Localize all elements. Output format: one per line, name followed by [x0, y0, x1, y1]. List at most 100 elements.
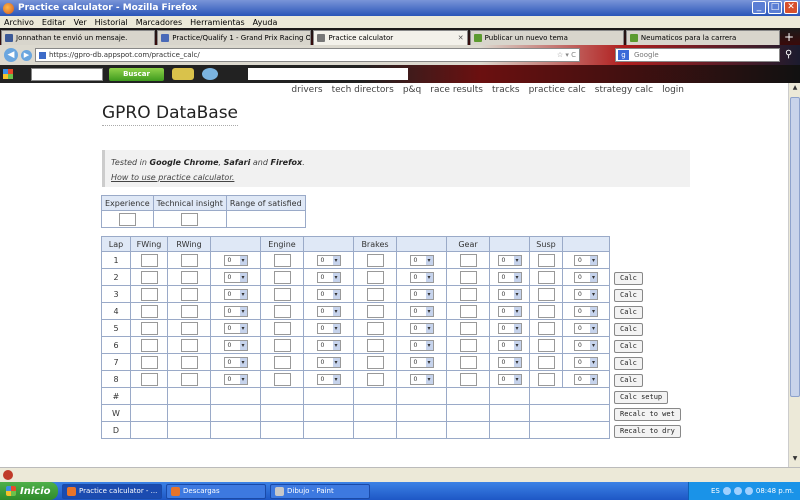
back-icon[interactable]: ◀	[4, 48, 18, 62]
search-icon[interactable]: ⚲	[785, 49, 792, 60]
scroll-thumb[interactable]	[790, 97, 800, 397]
lap-rwing-input[interactable]	[180, 321, 198, 335]
menu-ver[interactable]: Ver	[74, 18, 87, 27]
lap-comment-select[interactable]: 0	[574, 322, 598, 334]
lap-comment-select[interactable]: 0	[223, 305, 248, 317]
lap-rwing-input[interactable]	[180, 304, 198, 318]
new-tab-button[interactable]: +	[782, 31, 796, 45]
lap-fwing-input[interactable]	[140, 287, 158, 301]
lap-engine-input[interactable]	[273, 372, 291, 386]
lap-comment-select[interactable]: 0	[574, 254, 598, 266]
lap-susp-input[interactable]	[537, 372, 555, 386]
lap-comment-select[interactable]: 0	[316, 254, 341, 266]
recalc-dry-button[interactable]: Recalc to dry	[614, 425, 681, 438]
maximize-button[interactable]: □	[768, 1, 782, 14]
minimize-button[interactable]: _	[752, 1, 766, 14]
lap-engine-input[interactable]	[273, 287, 291, 301]
lap-brakes-input[interactable]	[366, 321, 384, 335]
search-box[interactable]: g Google	[615, 48, 780, 62]
menu-archivo[interactable]: Archivo	[4, 18, 34, 27]
menu-herramientas[interactable]: Herramientas	[190, 18, 245, 27]
lap-comment-select[interactable]: 0	[409, 305, 434, 317]
toolbar-search-input[interactable]	[31, 67, 103, 81]
calc-button[interactable]: Calc	[614, 289, 643, 302]
menu-historial[interactable]: Historial	[95, 18, 128, 27]
lap-comment-select[interactable]: 0	[574, 339, 598, 351]
toolbar-blank-field[interactable]	[248, 68, 408, 80]
lap-engine-input[interactable]	[273, 304, 291, 318]
nav-practice-calc[interactable]: practice calc	[529, 85, 586, 95]
lap-gear-input[interactable]	[459, 304, 477, 318]
lap-susp-input[interactable]	[537, 321, 555, 335]
task-firefox[interactable]: Practice calculator - ...	[62, 483, 162, 499]
menu-marcadores[interactable]: Marcadores	[136, 18, 182, 27]
lap-comment-select[interactable]: 0	[316, 305, 341, 317]
lap-susp-input[interactable]	[537, 338, 555, 352]
experience-input[interactable]	[118, 212, 136, 226]
lap-engine-input[interactable]	[273, 270, 291, 284]
lap-comment-select[interactable]: 0	[316, 288, 341, 300]
lap-comment-select[interactable]: 0	[409, 271, 434, 283]
lap-comment-select[interactable]: 0	[497, 373, 522, 385]
lap-comment-select[interactable]: 0	[574, 373, 598, 385]
toolbar-my-icon[interactable]	[202, 68, 218, 80]
lap-comment-select[interactable]: 0	[497, 322, 522, 334]
lap-brakes-input[interactable]	[366, 304, 384, 318]
close-tab-icon[interactable]: ✕	[458, 34, 464, 42]
lap-comment-select[interactable]: 0	[574, 356, 598, 368]
lap-comment-select[interactable]: 0	[223, 271, 248, 283]
lap-comment-select[interactable]: 0	[316, 322, 341, 334]
lap-rwing-input[interactable]	[180, 338, 198, 352]
lap-comment-select[interactable]: 0	[409, 288, 434, 300]
calc-button[interactable]: Calc	[614, 340, 643, 353]
task-descargas[interactable]: Descargas	[166, 483, 266, 499]
tab-facebook[interactable]: Jonnathan te envió un mensaje.	[1, 30, 156, 45]
lap-susp-input[interactable]	[537, 304, 555, 318]
lap-fwing-input[interactable]	[140, 338, 158, 352]
calc-button[interactable]: Calc	[614, 323, 643, 336]
lap-comment-select[interactable]: 0	[409, 356, 434, 368]
lap-comment-select[interactable]: 0	[409, 322, 434, 334]
lap-gear-input[interactable]	[459, 372, 477, 386]
lap-rwing-input[interactable]	[180, 372, 198, 386]
lap-comment-select[interactable]: 0	[409, 339, 434, 351]
lap-rwing-input[interactable]	[180, 355, 198, 369]
lap-comment-select[interactable]: 0	[223, 288, 248, 300]
menu-ayuda[interactable]: Ayuda	[253, 18, 278, 27]
lap-comment-select[interactable]: 0	[574, 271, 598, 283]
network-icon[interactable]	[722, 487, 731, 495]
lap-comment-select[interactable]: 0	[409, 254, 434, 266]
lap-comment-select[interactable]: 0	[497, 305, 522, 317]
lap-rwing-input[interactable]	[180, 253, 198, 267]
lap-comment-select[interactable]: 0	[223, 254, 248, 266]
lap-comment-select[interactable]: 0	[497, 356, 522, 368]
lap-gear-input[interactable]	[459, 253, 477, 267]
lap-susp-input[interactable]	[537, 355, 555, 369]
calc-button[interactable]: Calc	[614, 272, 643, 285]
lap-engine-input[interactable]	[273, 321, 291, 335]
lap-comment-select[interactable]: 0	[497, 271, 522, 283]
lap-comment-select[interactable]: 0	[316, 339, 341, 351]
scroll-up-icon[interactable]: ▲	[790, 84, 800, 95]
url-bar[interactable]: https://gpro-db.appspot.com/practice_cal…	[35, 48, 580, 62]
scroll-down-icon[interactable]: ▼	[790, 455, 800, 466]
lap-comment-select[interactable]: 0	[316, 356, 341, 368]
lap-comment-select[interactable]: 0	[223, 322, 248, 334]
tab-neumaticos[interactable]: Neumaticos para la carrera	[625, 30, 781, 45]
lap-fwing-input[interactable]	[140, 355, 158, 369]
lap-rwing-input[interactable]	[180, 270, 198, 284]
calc-button[interactable]: Calc	[614, 357, 643, 370]
lap-comment-select[interactable]: 0	[574, 288, 598, 300]
lap-susp-input[interactable]	[537, 287, 555, 301]
buscar-button[interactable]: Buscar	[109, 67, 164, 81]
lap-brakes-input[interactable]	[366, 270, 384, 284]
lap-gear-input[interactable]	[459, 338, 477, 352]
antivirus-icon[interactable]	[744, 487, 753, 495]
close-button[interactable]: ✕	[784, 1, 798, 14]
forward-icon[interactable]: ▶	[21, 49, 32, 61]
lap-comment-select[interactable]: 0	[497, 254, 522, 266]
tab-publicar[interactable]: Publicar un nuevo tema	[469, 30, 624, 45]
calc-setup-button[interactable]: Calc setup	[614, 391, 669, 404]
nav-tech-directors[interactable]: tech directors	[332, 85, 394, 95]
lap-brakes-input[interactable]	[366, 338, 384, 352]
